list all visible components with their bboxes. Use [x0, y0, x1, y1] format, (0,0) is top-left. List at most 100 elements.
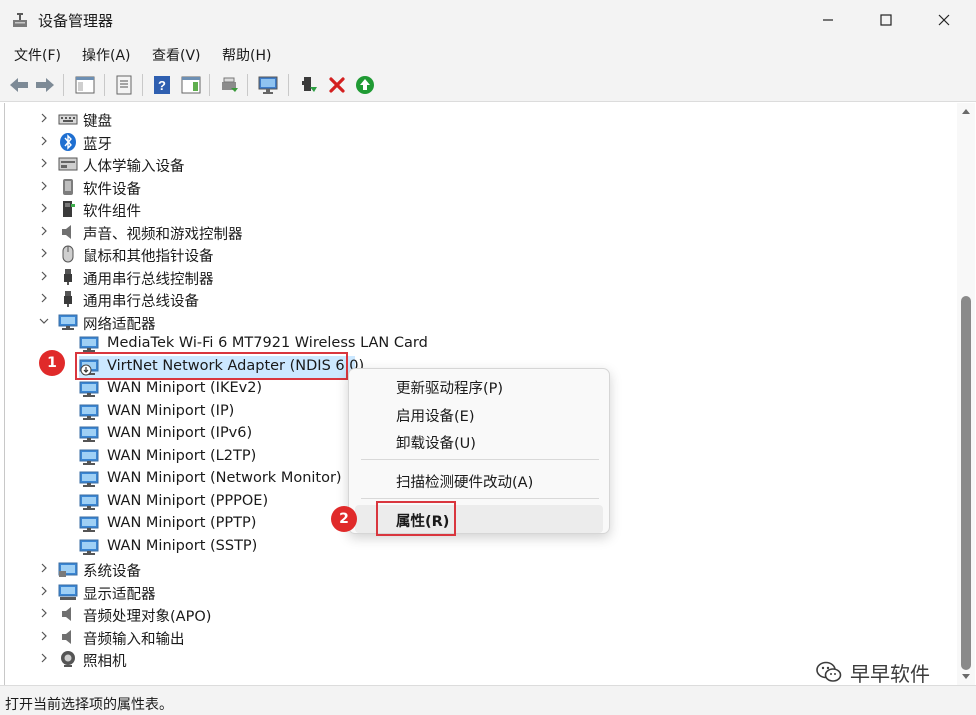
chevron-down-icon[interactable] [38, 315, 50, 327]
toolbar-separator [247, 74, 248, 96]
chevron-right-icon[interactable] [38, 292, 50, 304]
network-adapter-icon [58, 314, 78, 330]
bluetooth-icon [60, 133, 76, 151]
menu-file[interactable]: 文件(F) [14, 45, 61, 65]
uninstall-device-toolbar-button[interactable] [326, 74, 348, 96]
tree-item-label: 通用串行总线设备 [83, 294, 199, 310]
menu-separator [361, 498, 599, 499]
tree-item-label: 键盘 [83, 114, 112, 130]
action-pane-icon [181, 76, 201, 94]
tree-item-label: 音频输入和输出 [83, 632, 185, 648]
tree-item-label: WAN Miniport (IPv6) [107, 425, 253, 441]
menu-item-enable-device[interactable]: 启用设备(E) [396, 405, 474, 426]
network-adapter-icon [79, 449, 99, 465]
menu-bar: 文件(F) 操作(A) 查看(V) 帮助(H) [0, 40, 976, 68]
keyboard-icon [58, 114, 78, 125]
usb-icon [64, 269, 72, 285]
menu-separator [361, 459, 599, 460]
network-adapter-icon [79, 494, 99, 510]
console-tree-icon [75, 76, 95, 94]
menu-item-update-driver[interactable]: 更新驱动程序(P) [396, 377, 503, 398]
minimize-button[interactable] [802, 0, 854, 40]
menu-item-scan-hardware[interactable]: 扫描检测硬件改动(A) [396, 471, 533, 492]
chevron-right-icon[interactable] [38, 247, 50, 259]
title-bar: 设备管理器 [0, 0, 976, 40]
network-adapter-icon [79, 381, 99, 397]
chevron-right-icon[interactable] [38, 112, 50, 124]
update-toolbar-button[interactable] [354, 74, 376, 96]
action-pane-button[interactable] [180, 74, 202, 96]
tree-item-label: 照相机 [83, 654, 127, 670]
menu-view[interactable]: 查看(V) [152, 45, 201, 65]
watermark: 早早软件 [816, 656, 930, 688]
menu-help[interactable]: 帮助(H) [222, 45, 271, 65]
menu-action[interactable]: 操作(A) [82, 45, 131, 65]
speaker-icon [62, 607, 71, 621]
tree-item-label: 人体学输入设备 [83, 159, 185, 175]
chevron-right-icon[interactable] [38, 585, 50, 597]
back-button[interactable] [8, 74, 30, 96]
toolbar: ? [0, 68, 976, 102]
status-bar: 打开当前选择项的属性表。 [0, 685, 976, 715]
scroll-up-arrow-icon[interactable] [961, 107, 971, 115]
chevron-right-icon[interactable] [38, 652, 50, 664]
tree-item-label: WAN Miniport (SSTP) [107, 538, 258, 554]
device-enable-icon [302, 77, 317, 92]
forward-arrow-icon [36, 78, 54, 92]
tree-item-label: WAN Miniport (Network Monitor) [107, 470, 342, 486]
red-x-icon [329, 77, 345, 93]
chevron-right-icon[interactable] [38, 225, 50, 237]
tree-item-label: 显示适配器 [83, 587, 156, 603]
properties-sheet-icon [116, 75, 132, 95]
toolbar-separator [63, 74, 64, 96]
software-component-icon [63, 201, 75, 217]
toolbar-separator [142, 74, 143, 96]
network-adapter-icon [79, 426, 99, 442]
tree-item-label: 系统设备 [83, 564, 141, 580]
watermark-text: 早早软件 [850, 661, 930, 686]
back-arrow-icon [10, 78, 28, 92]
printer-update-icon [222, 77, 238, 92]
chevron-right-icon[interactable] [38, 157, 50, 169]
tree-item-label: WAN Miniport (PPTP) [107, 515, 257, 531]
forward-button[interactable] [34, 74, 56, 96]
tree-item-label: WAN Miniport (PPPOE) [107, 493, 269, 509]
usb-icon [64, 291, 72, 307]
tree-item-label: 软件设备 [83, 182, 141, 198]
chevron-right-icon[interactable] [38, 562, 50, 574]
update-driver-toolbar-button[interactable] [218, 74, 240, 96]
close-button[interactable] [918, 0, 970, 40]
properties-toolbar-button[interactable] [113, 74, 135, 96]
show-hide-console-tree-button[interactable] [74, 74, 96, 96]
chevron-right-icon[interactable] [38, 180, 50, 192]
device-manager-icon [13, 13, 27, 27]
close-icon [938, 14, 950, 26]
step-badge-1: 1 [39, 350, 65, 376]
tree-item-label: WAN Miniport (L2TP) [107, 448, 257, 464]
tree-item-label: 声音、视频和游戏控制器 [83, 227, 243, 243]
highlight-box-properties [376, 501, 456, 536]
mouse-icon [62, 245, 74, 263]
display-adapter-icon [58, 584, 78, 600]
help-toolbar-button[interactable]: ? [151, 74, 173, 96]
tree-item-label: MediaTek Wi-Fi 6 MT7921 Wireless LAN Car… [107, 335, 428, 351]
camera-icon [61, 651, 75, 667]
scan-hardware-toolbar-button[interactable] [257, 74, 279, 96]
scrollbar-thumb[interactable] [961, 296, 971, 670]
network-adapter-icon [79, 516, 99, 532]
vertical-scrollbar[interactable] [957, 103, 975, 685]
menu-item-uninstall-device[interactable]: 卸载设备(U) [396, 432, 476, 453]
system-device-icon [58, 562, 78, 577]
maximize-icon [880, 14, 892, 26]
tree-item-label: 网络适配器 [83, 317, 156, 333]
tree-item-label: WAN Miniport (IP) [107, 403, 235, 419]
chevron-right-icon[interactable] [38, 630, 50, 642]
enable-device-toolbar-button[interactable] [298, 74, 320, 96]
maximize-button[interactable] [860, 0, 912, 40]
chevron-right-icon[interactable] [38, 135, 50, 147]
chevron-right-icon[interactable] [38, 270, 50, 282]
scroll-down-arrow-icon[interactable] [961, 673, 971, 681]
chevron-right-icon[interactable] [38, 202, 50, 214]
chevron-right-icon[interactable] [38, 607, 50, 619]
tree-item-label: 软件组件 [83, 204, 141, 220]
